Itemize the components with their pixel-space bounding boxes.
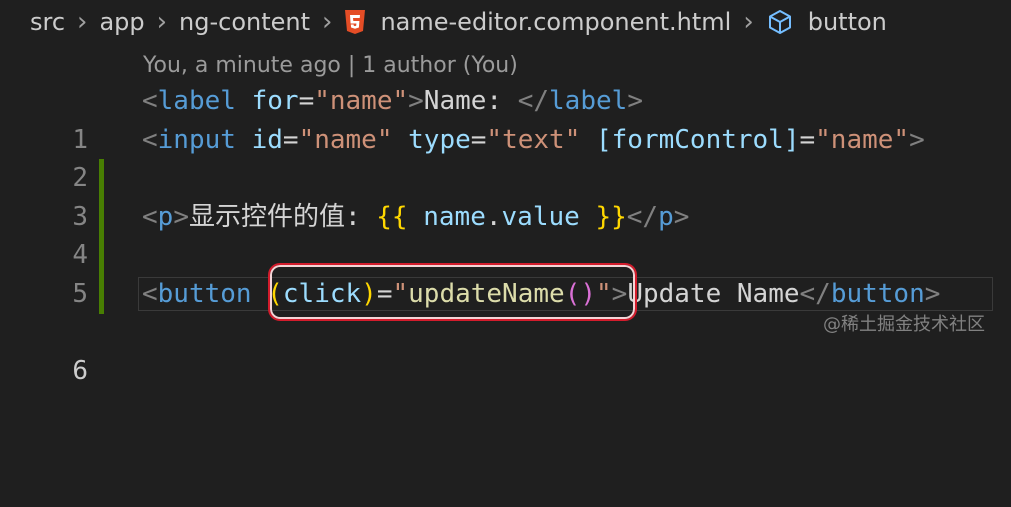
token: < [142,124,158,155]
chevron-right-icon: › [156,7,168,37]
token: < [142,201,158,232]
token: "name" [298,124,393,155]
chevron-right-icon: › [743,7,754,37]
token: name [423,201,486,232]
token: p [157,201,174,232]
git-modified-indicator[interactable] [99,197,104,237]
breadcrumb-label: app [99,8,145,36]
token: > [408,86,424,116]
token: Update Name [627,278,800,309]
token: p [658,201,674,232]
chevron-right-icon: › [77,7,88,37]
git-modified-indicator[interactable] [99,159,104,198]
token: "text" [486,124,581,155]
token: label [157,86,236,116]
code-line-2[interactable]: 2 <input id="name" type="text" [formCont… [0,121,1011,194]
token: "name" [815,124,910,155]
token: = [298,86,315,116]
code-text: <label for="name">Name: </label> [142,82,643,121]
code-text: <p>显示控件的值: {{ name.value }}</p> [142,198,689,237]
token: button [830,278,925,309]
token: = [799,124,816,155]
token: . [485,201,502,232]
annotation-highlight-box [268,263,637,321]
code-line-1[interactable]: 1 <label for="name">Name: </label> [0,82,1011,155]
code-line-3[interactable]: 3 [0,159,1011,232]
symbol-element-icon [768,10,791,34]
code-text: <input id="name" type="text" [formContro… [142,121,925,160]
breadcrumb: src › app › ng-content › name-editor.com… [0,0,1011,44]
git-modified-indicator[interactable] [99,274,104,314]
token: [formControl] [596,124,800,155]
token: value [501,201,580,232]
token: > [909,124,925,155]
token: = [470,124,487,155]
html5-icon [345,10,366,34]
token: </ [626,201,659,232]
breadcrumb-item-button[interactable]: button [766,8,887,36]
token: = [282,124,299,155]
token: > [173,201,189,232]
token: type [408,124,471,155]
token: id [251,124,283,155]
token: > [673,201,690,232]
breadcrumb-item-src[interactable]: src [30,8,65,36]
token: </ [799,278,831,309]
token: > [924,278,941,309]
breadcrumb-item-file[interactable]: name-editor.component.html [344,8,731,36]
token: button [157,278,252,309]
token: </ [517,86,550,116]
token: 显示控件的值: [188,201,377,232]
breadcrumb-item-app[interactable]: app [99,8,144,36]
token: > [627,86,643,116]
breadcrumb-label: src [30,8,66,36]
token: < [142,86,158,116]
token: input [157,124,236,155]
line-number: 6 [72,356,88,387]
breadcrumb-item-ng-content[interactable]: ng-content [179,8,310,36]
token: }} [595,201,627,232]
token: "name" [314,86,409,116]
chevron-right-icon: › [322,7,333,37]
token: Name: [423,86,518,116]
watermark: @稀土掘金技术社区 [823,314,985,335]
git-blame-codelens[interactable]: You, a minute ago | 1 author (You) [143,53,518,78]
code-line-4[interactable]: 4 <p>显示控件的值: {{ name.value }}</p> [0,197,1011,270]
breadcrumb-label: ng-content [179,8,311,36]
breadcrumb-label: name-editor.component.html [380,8,732,36]
token: label [549,86,628,116]
breadcrumb-label: button [807,8,887,36]
token: for [251,86,299,116]
token: < [142,278,158,309]
token: {{ [376,201,408,232]
git-modified-indicator[interactable] [99,236,104,275]
